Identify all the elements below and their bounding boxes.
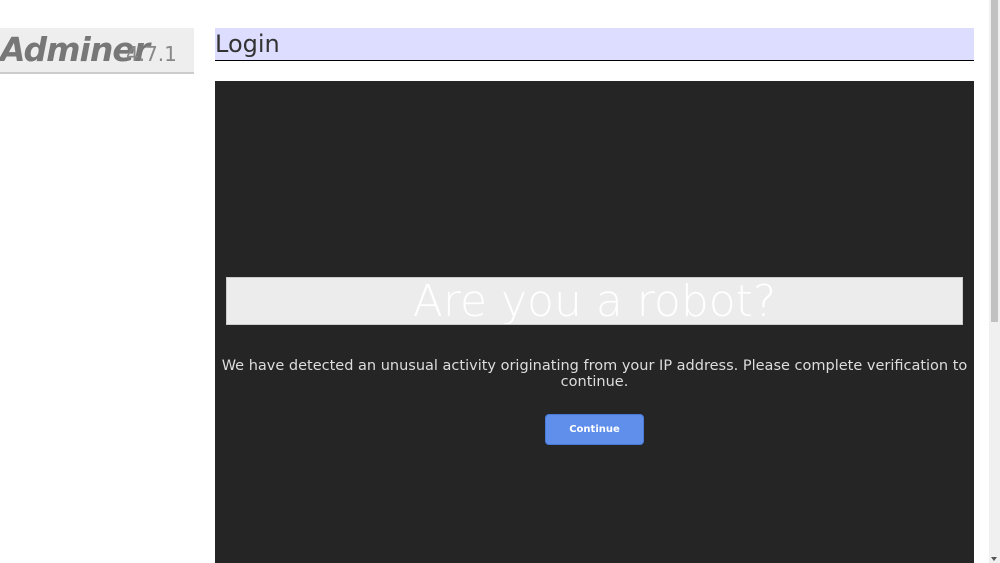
adminer-logo[interactable]: Adminer 4.7.1 (0, 28, 194, 74)
page-title: Login (215, 30, 280, 58)
captcha-panel: Are you a robot? We have detected an unu… (215, 81, 974, 563)
scroll-down-arrow-icon[interactable] (991, 557, 997, 561)
scrollbar-thumb[interactable] (991, 0, 998, 322)
captcha-message: We have detected an unusual activity ori… (221, 358, 968, 390)
continue-button[interactable]: Continue (545, 414, 644, 445)
vertical-scrollbar[interactable] (989, 0, 1000, 563)
logo-version: 4.7.1 (126, 42, 177, 66)
captcha-heading: Are you a robot? (226, 277, 963, 325)
page-header: Login (215, 28, 974, 61)
